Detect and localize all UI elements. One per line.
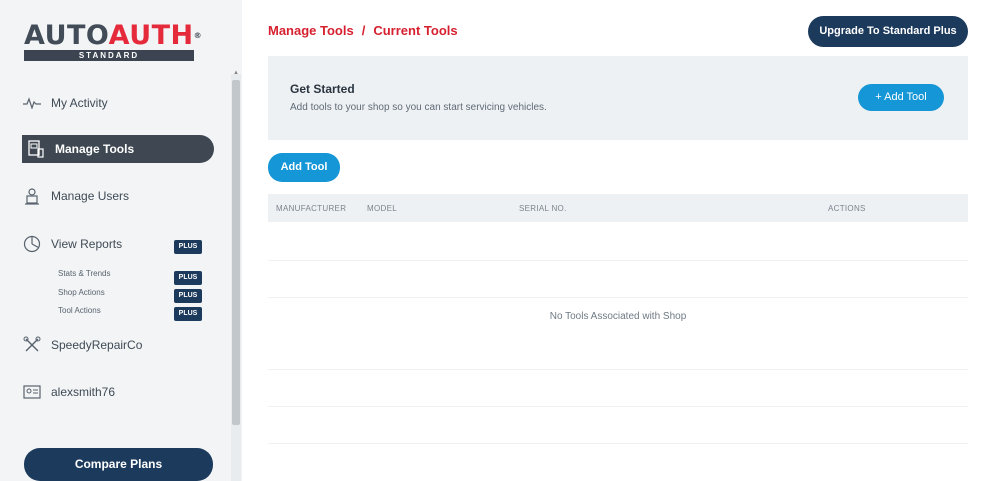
nav-label: Manage Users bbox=[51, 189, 130, 203]
breadcrumb-separator: / bbox=[361, 23, 366, 38]
plus-badge: PLUS bbox=[174, 240, 202, 254]
breadcrumb: Manage Tools / Current Tools bbox=[268, 23, 458, 38]
sidebar-scrollbar-thumb[interactable] bbox=[232, 80, 240, 425]
table-row-divider bbox=[268, 406, 968, 407]
add-tool-panel-button[interactable]: + Add Tool bbox=[858, 84, 944, 111]
nav-sub-tool-actions[interactable]: Tool Actions bbox=[58, 305, 101, 316]
logo-tier: STANDARD bbox=[24, 50, 194, 61]
sidebar: AUTOAUTH® STANDARD My Activity Manage To… bbox=[0, 0, 242, 481]
nav-label: My Activity bbox=[51, 96, 108, 110]
table-row-divider bbox=[268, 369, 968, 370]
logo-text-auth: AUTH bbox=[108, 20, 194, 51]
nav-label: Manage Tools bbox=[55, 142, 135, 156]
tools-icon bbox=[26, 139, 46, 159]
nav-sub-shop-actions[interactable]: Shop Actions bbox=[58, 287, 105, 298]
add-tool-button[interactable]: Add Tool bbox=[268, 153, 340, 182]
column-header-manufacturer[interactable]: MANUFACTURER bbox=[276, 204, 346, 213]
table-row-divider bbox=[268, 260, 968, 261]
users-icon bbox=[22, 186, 42, 206]
upgrade-button[interactable]: Upgrade To Standard Plus bbox=[808, 16, 968, 47]
logo-registered: ® bbox=[193, 31, 203, 40]
nav-manage-tools[interactable]: Manage Tools bbox=[22, 135, 214, 163]
nav-label: SpeedyRepairCo bbox=[51, 338, 143, 352]
get-started-description: Add tools to your shop so you can start … bbox=[290, 102, 547, 113]
get-started-title: Get Started bbox=[290, 82, 355, 96]
column-header-serial-no[interactable]: SERIAL NO. bbox=[519, 204, 567, 213]
logo-text-auto: AUTO bbox=[24, 20, 109, 51]
pie-chart-icon bbox=[22, 234, 42, 254]
nav-sub-stats-trends[interactable]: Stats & Trends bbox=[58, 268, 110, 279]
logo[interactable]: AUTOAUTH® STANDARD bbox=[24, 22, 220, 61]
breadcrumb-manage-tools[interactable]: Manage Tools bbox=[268, 23, 354, 38]
nav-my-activity[interactable]: My Activity bbox=[22, 89, 108, 117]
nav-shop[interactable]: SpeedyRepairCo bbox=[22, 331, 142, 359]
activity-pulse-icon bbox=[22, 93, 42, 113]
id-card-icon bbox=[22, 382, 42, 402]
column-header-model[interactable]: MODEL bbox=[367, 204, 397, 213]
nav-manage-users[interactable]: Manage Users bbox=[22, 182, 129, 210]
breadcrumb-current-tools: Current Tools bbox=[373, 23, 458, 38]
nav-label: View Reports bbox=[51, 237, 123, 251]
table-row-divider bbox=[268, 297, 968, 298]
table-header: MANUFACTURER MODEL SERIAL NO. ACTIONS bbox=[268, 194, 968, 222]
scroll-up-icon[interactable]: ▲ bbox=[233, 70, 239, 76]
column-header-actions: ACTIONS bbox=[828, 204, 866, 213]
compare-plans-button[interactable]: Compare Plans bbox=[24, 448, 213, 481]
wrench-icon bbox=[22, 335, 42, 355]
plus-badge: PLUS bbox=[174, 307, 202, 321]
empty-table-message: No Tools Associated with Shop bbox=[549, 311, 687, 322]
nav-view-reports[interactable]: View Reports bbox=[22, 230, 122, 258]
nav-user[interactable]: alexsmith76 bbox=[22, 378, 115, 406]
get-started-panel: Get Started Add tools to your shop so yo… bbox=[268, 56, 968, 140]
nav-label: alexsmith76 bbox=[51, 385, 116, 399]
table-row-divider bbox=[268, 443, 968, 444]
plus-badge: PLUS bbox=[174, 271, 202, 285]
plus-badge: PLUS bbox=[174, 289, 202, 303]
